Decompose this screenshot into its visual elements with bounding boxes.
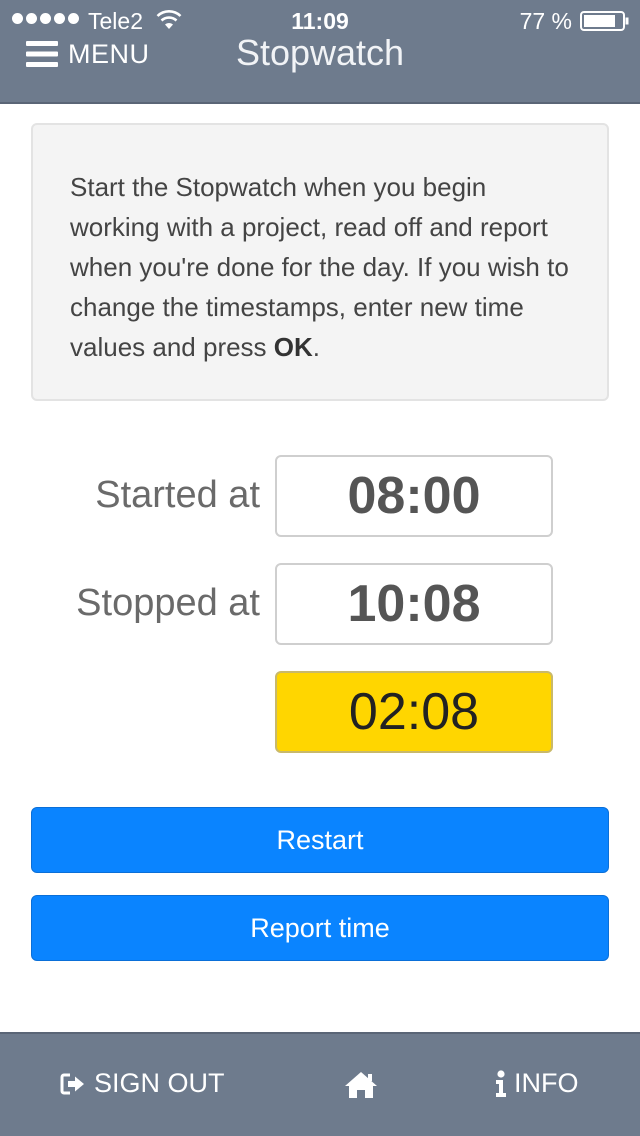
info-icon bbox=[496, 1069, 506, 1097]
info-label: INFO bbox=[514, 1068, 579, 1098]
menu-label: MENU bbox=[68, 38, 150, 69]
battery-percent: 77 % bbox=[519, 8, 572, 34]
report-time-button[interactable]: Report time bbox=[31, 895, 609, 961]
nav-bar: MENU Stopwatch bbox=[0, 32, 640, 102]
stopped-at-input[interactable] bbox=[275, 563, 553, 645]
instructions-box: Start the Stopwatch when you begin worki… bbox=[31, 123, 609, 401]
started-at-input[interactable] bbox=[275, 455, 553, 537]
home-icon bbox=[345, 1072, 377, 1098]
footer-nav: SIGN OUT INFO bbox=[0, 1032, 640, 1136]
sign-out-button[interactable]: SIGN OUT bbox=[60, 1068, 225, 1099]
hamburger-icon bbox=[26, 41, 58, 67]
instructions-ok-keyword: OK bbox=[273, 332, 313, 362]
started-at-label: Started at bbox=[95, 474, 260, 516]
home-button[interactable] bbox=[343, 1070, 379, 1100]
stopped-at-label: Stopped at bbox=[76, 582, 260, 624]
sign-out-icon bbox=[60, 1073, 84, 1094]
stopwatch-screen: Tele2 11:09 77 % MENU Stopwatch Start th… bbox=[0, 0, 640, 1136]
elapsed-duration: 02:08 bbox=[275, 671, 553, 753]
sign-out-label: SIGN OUT bbox=[94, 1068, 225, 1098]
instructions-text-end: . bbox=[312, 332, 321, 362]
info-button[interactable]: INFO bbox=[494, 1068, 579, 1099]
battery-icon bbox=[580, 11, 629, 31]
header: Tele2 11:09 77 % MENU Stopwatch bbox=[0, 0, 640, 104]
menu-button[interactable]: MENU bbox=[26, 36, 150, 72]
restart-button[interactable]: Restart bbox=[31, 807, 609, 873]
